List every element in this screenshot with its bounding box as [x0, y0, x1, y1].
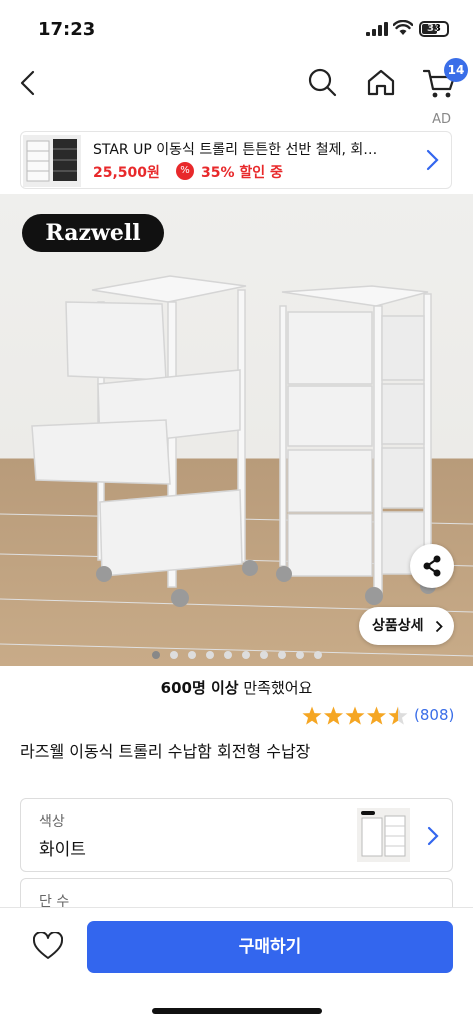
- star-icon: [302, 706, 322, 725]
- product-detail-label: 상품상세: [372, 618, 424, 634]
- carousel-dot[interactable]: [259, 651, 268, 659]
- carousel-dot[interactable]: [295, 651, 304, 659]
- discount-icon: %: [176, 162, 194, 180]
- option-value: 화이트: [39, 840, 86, 860]
- satisfaction-count: 600명 이상: [160, 679, 239, 697]
- ad-label: AD: [432, 112, 451, 127]
- option-color[interactable]: 색상 화이트: [20, 798, 453, 872]
- status-bar: 17:23 33: [0, 0, 473, 56]
- product-photo: [0, 275, 473, 657]
- carousel-dot[interactable]: [187, 651, 196, 659]
- carousel-pagination: [0, 651, 473, 661]
- search-icon[interactable]: [307, 67, 337, 97]
- chevron-right-icon: [427, 826, 439, 846]
- cart-count-badge: 14: [444, 58, 468, 82]
- star-icon: [323, 706, 344, 725]
- option-label: 색상: [39, 814, 65, 830]
- share-button[interactable]: [410, 544, 454, 588]
- product-title: 라즈웰 이동식 트롤리 수납함 회전형 수납장: [20, 742, 311, 761]
- star-icon: [388, 706, 408, 725]
- ad-discount: 35% 할인 중: [201, 165, 283, 181]
- chevron-right-icon: [426, 149, 439, 171]
- star-icon: [345, 706, 365, 725]
- bottom-action-bar: 구매하기: [0, 907, 473, 1024]
- star-icon: [366, 706, 387, 725]
- cellular-signal-icon: [366, 22, 388, 36]
- carousel-dot[interactable]: [151, 651, 160, 659]
- wishlist-heart-icon[interactable]: [33, 932, 63, 960]
- carousel-dot[interactable]: [205, 651, 214, 659]
- satisfaction-text: 600명 이상 만족했어요: [0, 677, 473, 698]
- ad-banner[interactable]: STAR UP 이동식 트롤리 튼튼한 선반 철제, 회… 25,500원 % …: [20, 131, 452, 189]
- brand-logo: Razwell: [22, 214, 164, 252]
- carousel-dot[interactable]: [277, 651, 286, 659]
- product-detail-button[interactable]: 상품상세: [359, 607, 454, 645]
- carousel-dot[interactable]: [169, 651, 178, 659]
- back-icon[interactable]: [18, 70, 38, 96]
- chevron-right-icon: [435, 620, 443, 633]
- carousel-dot[interactable]: [313, 651, 322, 659]
- satisfaction-suffix: 만족했어요: [238, 679, 313, 697]
- home-indicator: [152, 1008, 322, 1014]
- option-thumbnail: [357, 808, 410, 862]
- share-icon: [423, 555, 441, 577]
- product-image-carousel[interactable]: Razwell 상품상세: [0, 194, 473, 666]
- battery-level: 33: [427, 23, 441, 34]
- wifi-icon: [393, 20, 413, 35]
- ad-price: 25,500원: [93, 165, 160, 181]
- top-nav: [0, 56, 473, 110]
- review-count-link[interactable]: (808): [414, 706, 454, 724]
- buy-button[interactable]: 구매하기: [87, 921, 453, 973]
- status-time: 17:23: [38, 19, 96, 40]
- star-rating: [302, 706, 408, 725]
- carousel-dot[interactable]: [223, 651, 232, 659]
- carousel-dot[interactable]: [241, 651, 250, 659]
- battery-icon: 33: [419, 21, 449, 37]
- ad-product-image: [23, 135, 81, 187]
- home-icon[interactable]: [366, 68, 396, 96]
- ad-title: STAR UP 이동식 트롤리 튼튼한 선반 철제, 회…: [93, 142, 378, 158]
